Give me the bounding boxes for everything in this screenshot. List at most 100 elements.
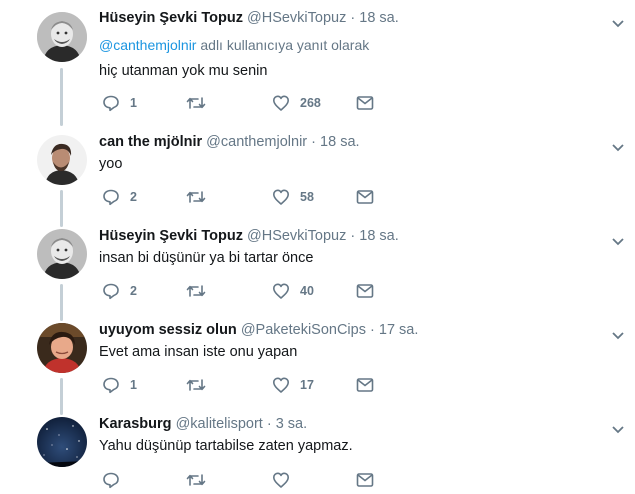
message-icon bbox=[356, 96, 374, 110]
reply-button[interactable]: 1 bbox=[102, 375, 137, 395]
separator-dot: · bbox=[350, 228, 356, 244]
tweet-menu-button[interactable] bbox=[612, 421, 624, 434]
direct-message-button[interactable] bbox=[356, 470, 374, 490]
user-handle[interactable]: @HSevkiTopuz bbox=[247, 10, 346, 26]
thread-line bbox=[60, 284, 63, 321]
avatar[interactable] bbox=[37, 229, 87, 279]
timestamp[interactable]: 17 sa. bbox=[379, 322, 419, 338]
retweet-icon bbox=[186, 379, 206, 391]
display-name[interactable]: can the mjölnir bbox=[99, 134, 202, 150]
tweet-menu-button[interactable] bbox=[612, 139, 624, 152]
user-handle[interactable]: @canthemjolnir bbox=[206, 134, 307, 150]
timestamp[interactable]: 18 sa. bbox=[359, 228, 399, 244]
person-avatar-icon bbox=[37, 229, 87, 279]
tweet-header: uyuyom sessiz olun @PaketekiSonCips · 17… bbox=[99, 322, 418, 342]
reply-icon bbox=[103, 189, 119, 206]
chevron-down-icon bbox=[612, 426, 624, 434]
thread-line bbox=[60, 68, 63, 126]
timestamp[interactable]: 18 sa. bbox=[320, 134, 360, 150]
reply-thread: Hüseyin Şevki Topuz @HSevkiTopuz · 18 sa… bbox=[0, 0, 635, 494]
tweet-actions: 2 40 bbox=[102, 281, 402, 301]
tweet-text: yoo bbox=[99, 156, 123, 172]
display-name[interactable]: Hüseyin Şevki Topuz bbox=[99, 228, 243, 244]
person-avatar-icon bbox=[37, 12, 87, 62]
tweet-actions: 1 268 bbox=[102, 93, 402, 113]
direct-message-button[interactable] bbox=[356, 375, 374, 395]
chevron-down-icon bbox=[612, 238, 624, 246]
like-count: 268 bbox=[300, 96, 321, 110]
tweet-actions bbox=[102, 470, 402, 490]
user-handle[interactable]: @kalitelisport bbox=[176, 416, 263, 432]
reply-count: 1 bbox=[130, 96, 137, 110]
like-icon bbox=[273, 95, 289, 111]
user-handle[interactable]: @HSevkiTopuz bbox=[247, 228, 346, 244]
retweet-icon bbox=[186, 97, 206, 109]
tweet-menu-button[interactable] bbox=[612, 233, 624, 246]
display-name[interactable]: Hüseyin Şevki Topuz bbox=[99, 10, 243, 26]
reply-icon bbox=[103, 95, 119, 112]
retweet-icon bbox=[186, 285, 206, 297]
like-button[interactable]: 58 bbox=[272, 187, 314, 207]
retweet-button[interactable] bbox=[186, 375, 216, 395]
reply-context-label: adlı kullanıcıya yanıt olarak bbox=[196, 37, 370, 53]
retweet-button[interactable] bbox=[186, 187, 216, 207]
chevron-down-icon bbox=[612, 144, 624, 152]
reply-icon bbox=[103, 377, 119, 394]
reply-button[interactable] bbox=[102, 470, 130, 490]
reply-button[interactable]: 1 bbox=[102, 93, 137, 113]
like-button[interactable] bbox=[272, 470, 300, 490]
reply-context: @canthemjolnir adlı kullanıcıya yanıt ol… bbox=[99, 37, 369, 53]
direct-message-button[interactable] bbox=[356, 93, 374, 113]
like-icon bbox=[273, 472, 289, 488]
timestamp[interactable]: 3 sa. bbox=[276, 416, 307, 432]
like-icon bbox=[273, 189, 289, 205]
like-button[interactable]: 17 bbox=[272, 375, 314, 395]
tweet-header: Hüseyin Şevki Topuz @HSevkiTopuz · 18 sa… bbox=[99, 10, 399, 30]
separator-dot: · bbox=[311, 134, 317, 150]
like-count: 58 bbox=[300, 190, 314, 204]
like-count: 17 bbox=[300, 378, 314, 392]
night-sky-avatar-icon bbox=[37, 417, 87, 467]
avatar[interactable] bbox=[37, 417, 87, 467]
tweet-actions: 1 17 bbox=[102, 375, 402, 395]
direct-message-button[interactable] bbox=[356, 281, 374, 301]
message-icon bbox=[356, 473, 374, 487]
direct-message-button[interactable] bbox=[356, 187, 374, 207]
tweet-text: Yahu düşünüp tartabilse zaten yapmaz. bbox=[99, 438, 353, 454]
retweet-button[interactable] bbox=[186, 470, 216, 490]
separator-dot: · bbox=[266, 416, 272, 432]
reply-icon bbox=[103, 283, 119, 300]
reply-button[interactable]: 2 bbox=[102, 281, 137, 301]
reply-count: 2 bbox=[130, 190, 137, 204]
reply-count: 1 bbox=[130, 378, 137, 392]
tweet-header: can the mjölnir @canthemjolnir · 18 sa. bbox=[99, 134, 360, 154]
tweet-header: Hüseyin Şevki Topuz @HSevkiTopuz · 18 sa… bbox=[99, 228, 399, 248]
timestamp[interactable]: 18 sa. bbox=[359, 10, 399, 26]
tweet-text: Evet ama insan iste onu yapan bbox=[99, 344, 298, 360]
retweet-button[interactable] bbox=[186, 281, 216, 301]
message-icon bbox=[356, 378, 374, 392]
user-handle[interactable]: @PaketekiSonCips bbox=[241, 322, 366, 338]
avatar[interactable] bbox=[37, 12, 87, 62]
retweet-icon bbox=[186, 191, 206, 203]
tweet-text: hiç utanman yok mu senin bbox=[99, 63, 268, 79]
reply-button[interactable]: 2 bbox=[102, 187, 137, 207]
retweet-icon bbox=[186, 474, 206, 486]
like-button[interactable]: 268 bbox=[272, 93, 321, 113]
reply-count: 2 bbox=[130, 284, 137, 298]
message-icon bbox=[356, 284, 374, 298]
like-button[interactable]: 40 bbox=[272, 281, 314, 301]
avatar[interactable] bbox=[37, 135, 87, 185]
person-avatar-icon bbox=[37, 323, 87, 373]
display-name[interactable]: Karasburg bbox=[99, 416, 172, 432]
person-avatar-icon bbox=[37, 135, 87, 185]
like-count: 40 bbox=[300, 284, 314, 298]
tweet-menu-button[interactable] bbox=[612, 15, 624, 28]
reply-mention-link[interactable]: @canthemjolnir bbox=[99, 37, 196, 53]
separator-dot: · bbox=[350, 10, 356, 26]
avatar[interactable] bbox=[37, 323, 87, 373]
tweet-menu-button[interactable] bbox=[612, 327, 624, 340]
display-name[interactable]: uyuyom sessiz olun bbox=[99, 322, 237, 338]
retweet-button[interactable] bbox=[186, 93, 216, 113]
separator-dot: · bbox=[370, 322, 375, 338]
